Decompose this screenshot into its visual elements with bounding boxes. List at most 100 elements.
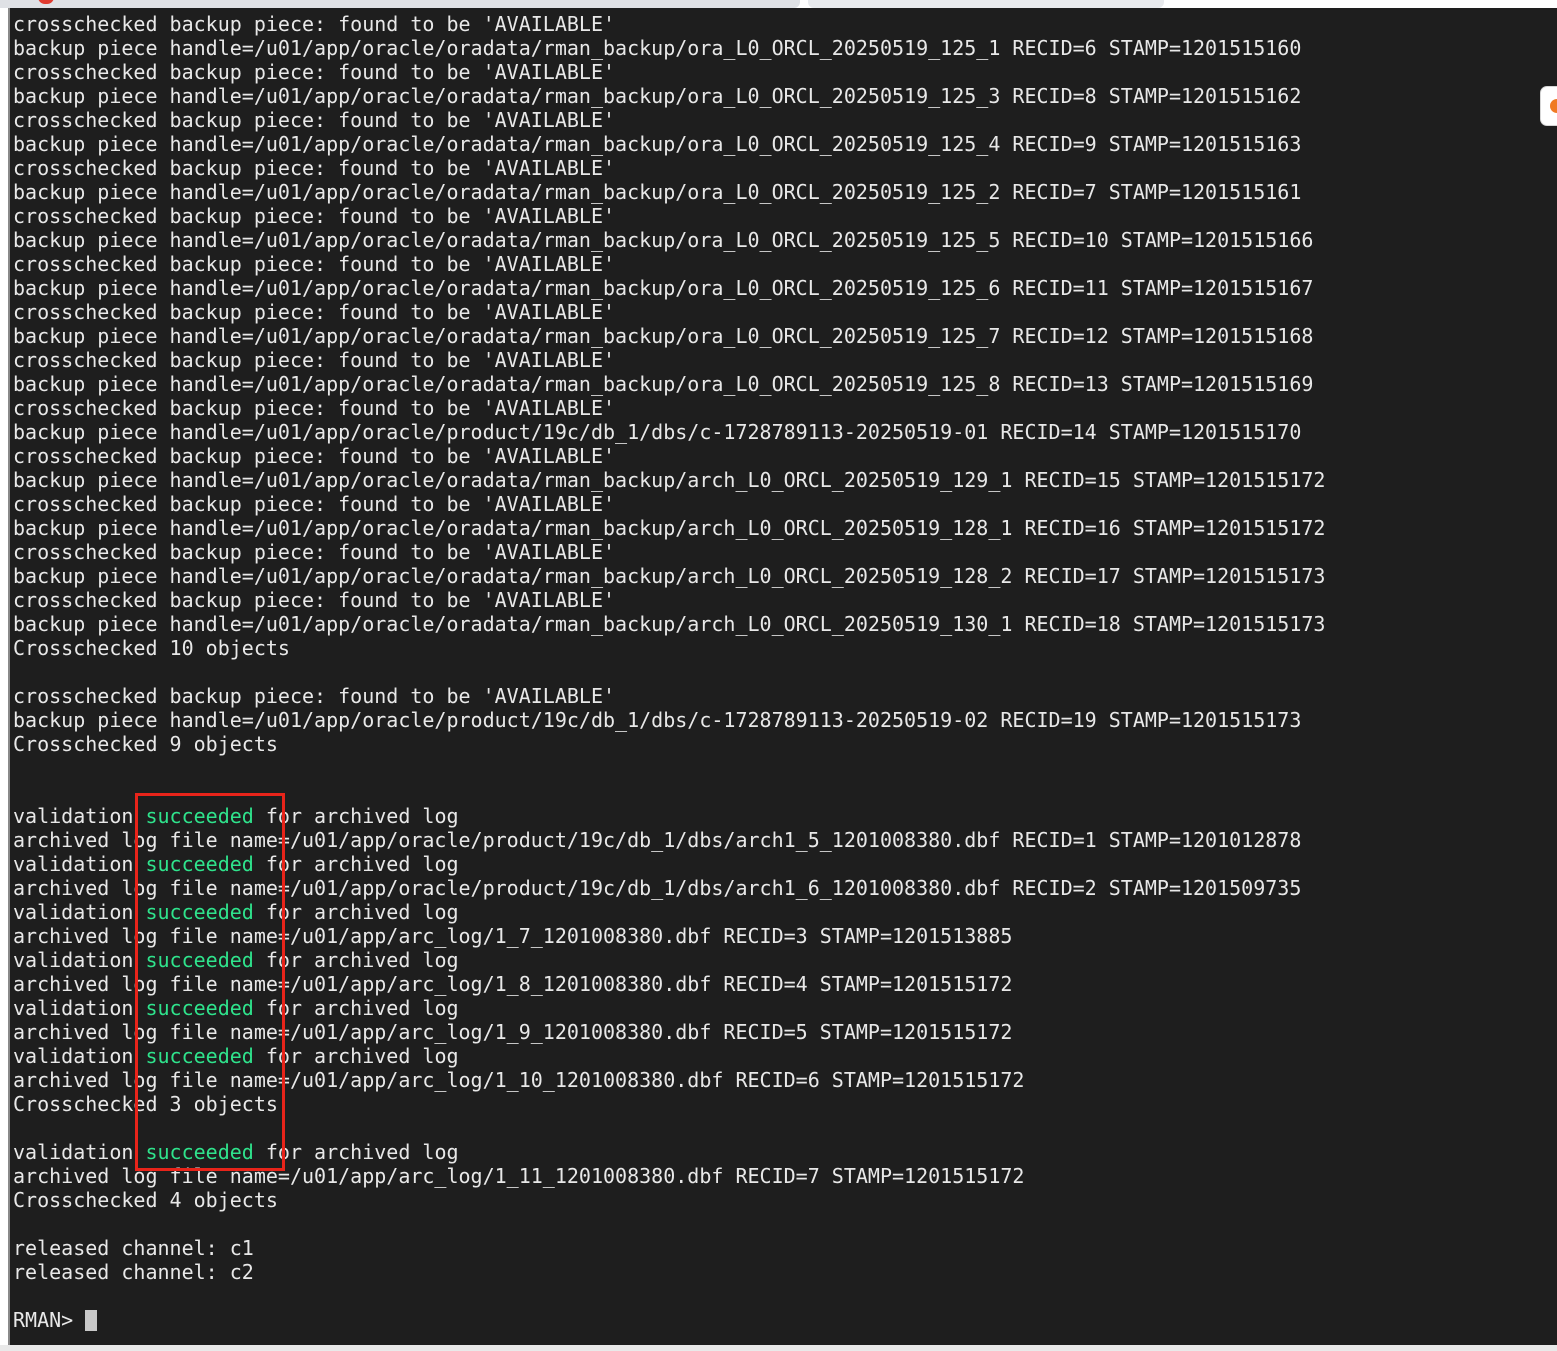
terminal-text: archived log file name=/u01/app/arc_log/… [13, 1020, 1013, 1044]
terminal-line: crosschecked backup piece: found to be '… [13, 684, 1557, 708]
terminal-line: backup piece handle=/u01/app/oracle/orad… [13, 468, 1557, 492]
terminal-line: Crosschecked 10 objects [13, 636, 1557, 660]
text-cursor [85, 1310, 98, 1331]
terminal-text: Crosschecked 10 objects [13, 636, 290, 660]
terminal-line: backup piece handle=/u01/app/oracle/orad… [13, 516, 1557, 540]
terminal-text: Crosschecked 9 objects [13, 732, 278, 756]
terminal-text: crosschecked backup piece: found to be '… [13, 204, 616, 228]
success-keyword: succeeded [145, 804, 254, 828]
terminal-text: backup piece handle=/u01/app/oracle/orad… [13, 564, 1326, 588]
terminal-text: archived log file name=/u01/app/arc_log/… [13, 972, 1013, 996]
terminal-text: crosschecked backup piece: found to be '… [13, 300, 616, 324]
terminal-text: released channel: c1 [13, 1236, 254, 1260]
terminal-line: crosschecked backup piece: found to be '… [13, 396, 1557, 420]
terminal-text: backup piece handle=/u01/app/oracle/orad… [13, 36, 1302, 60]
terminal-text: backup piece handle=/u01/app/oracle/orad… [13, 276, 1314, 300]
terminal-line: archived log file name=/u01/app/arc_log/… [13, 1068, 1557, 1092]
terminal-line: crosschecked backup piece: found to be '… [13, 108, 1557, 132]
terminal-line: crosschecked backup piece: found to be '… [13, 348, 1557, 372]
terminal-line: validation succeeded for archived log [13, 900, 1557, 924]
terminal-text: backup piece handle=/u01/app/oracle/orad… [13, 180, 1302, 204]
terminal-line: backup piece handle=/u01/app/oracle/orad… [13, 324, 1557, 348]
terminal-line: backup piece handle=/u01/app/oracle/orad… [13, 228, 1557, 252]
terminal-output: crosschecked backup piece: found to be '… [13, 12, 1557, 1332]
window-bottom-edge [0, 1345, 1557, 1351]
terminal-line: Crosschecked 3 objects [13, 1092, 1557, 1116]
terminal-text: archived log file name=/u01/app/oracle/p… [13, 828, 1302, 852]
terminal-line: backup piece handle=/u01/app/oracle/orad… [13, 372, 1557, 396]
success-keyword: succeeded [145, 1140, 254, 1164]
terminal-line: archived log file name=/u01/app/arc_log/… [13, 1020, 1557, 1044]
browser-tab[interactable] [808, 0, 1164, 8]
terminal-line: backup piece handle=/u01/app/oracle/orad… [13, 564, 1557, 588]
terminal-line: validation succeeded for archived log [13, 804, 1557, 828]
terminal-line: backup piece handle=/u01/app/oracle/orad… [13, 180, 1557, 204]
terminal-text: archived log file name=/u01/app/arc_log/… [13, 1164, 1025, 1188]
terminal-text: validation [13, 804, 146, 828]
widget-logo-icon [1550, 99, 1557, 113]
terminal-text: archived log file name=/u01/app/arc_log/… [13, 1068, 1025, 1092]
terminal-text: crosschecked backup piece: found to be '… [13, 444, 616, 468]
terminal-text: crosschecked backup piece: found to be '… [13, 108, 616, 132]
terminal-text: crosschecked backup piece: found to be '… [13, 396, 616, 420]
terminal-text: crosschecked backup piece: found to be '… [13, 492, 616, 516]
terminal-text: validation [13, 1140, 146, 1164]
terminal-text: backup piece handle=/u01/app/oracle/orad… [13, 132, 1302, 156]
terminal-text: backup piece handle=/u01/app/oracle/orad… [13, 324, 1314, 348]
terminal-text: released channel: c2 [13, 1260, 254, 1284]
terminal-line: archived log file name=/u01/app/arc_log/… [13, 1164, 1557, 1188]
terminal-text: archived log file name=/u01/app/arc_log/… [13, 924, 1013, 948]
success-keyword: succeeded [145, 948, 254, 972]
terminal-text: crosschecked backup piece: found to be '… [13, 252, 616, 276]
floating-side-widget[interactable] [1540, 86, 1557, 126]
terminal-line: backup piece handle=/u01/app/oracle/orad… [13, 612, 1557, 636]
terminal-line: validation succeeded for archived log [13, 1140, 1557, 1164]
terminal-text: backup piece handle=/u01/app/oracle/prod… [13, 420, 1302, 444]
terminal-line: backup piece handle=/u01/app/oracle/orad… [13, 132, 1557, 156]
terminal-text: for archived log [253, 900, 459, 924]
terminal-text: backup piece handle=/u01/app/oracle/orad… [13, 84, 1302, 108]
terminal-text: archived log file name=/u01/app/oracle/p… [13, 876, 1302, 900]
terminal-text: for archived log [253, 804, 459, 828]
terminal-line: archived log file name=/u01/app/oracle/p… [13, 828, 1557, 852]
tab-favicon-icon [38, 0, 54, 4]
terminal-text: crosschecked backup piece: found to be '… [13, 684, 616, 708]
terminal-text: crosschecked backup piece: found to be '… [13, 540, 616, 564]
terminal-text: crosschecked backup piece: found to be '… [13, 12, 616, 36]
terminal-line: archived log file name=/u01/app/arc_log/… [13, 924, 1557, 948]
terminal-line: validation succeeded for archived log [13, 1044, 1557, 1068]
terminal-text: crosschecked backup piece: found to be '… [13, 348, 616, 372]
terminal-text: crosschecked backup piece: found to be '… [13, 156, 616, 180]
terminal-text: for archived log [253, 948, 459, 972]
terminal-line: validation succeeded for archived log [13, 852, 1557, 876]
terminal-text: validation [13, 996, 146, 1020]
browser-tab[interactable] [0, 0, 800, 8]
terminal-line: validation succeeded for archived log [13, 996, 1557, 1020]
terminal-text: Crosschecked 4 objects [13, 1188, 278, 1212]
terminal-line: crosschecked backup piece: found to be '… [13, 540, 1557, 564]
terminal-text: backup piece handle=/u01/app/oracle/orad… [13, 468, 1326, 492]
terminal-line: crosschecked backup piece: found to be '… [13, 300, 1557, 324]
terminal-line: archived log file name=/u01/app/arc_log/… [13, 972, 1557, 996]
terminal-text: backup piece handle=/u01/app/oracle/orad… [13, 612, 1326, 636]
terminal-text: backup piece handle=/u01/app/oracle/orad… [13, 372, 1314, 396]
terminal-text: backup piece handle=/u01/app/oracle/orad… [13, 228, 1314, 252]
browser-tab-strip [0, 0, 1557, 8]
success-keyword: succeeded [145, 852, 254, 876]
terminal-text: for archived log [253, 996, 459, 1020]
terminal-line: backup piece handle=/u01/app/oracle/orad… [13, 276, 1557, 300]
terminal-line: Crosschecked 9 objects [13, 732, 1557, 756]
terminal-window[interactable]: crosschecked backup piece: found to be '… [8, 8, 1557, 1345]
prompt-line[interactable]: RMAN> [13, 1308, 1557, 1332]
terminal-line: backup piece handle=/u01/app/oracle/prod… [13, 708, 1557, 732]
terminal-text: validation [13, 948, 146, 972]
terminal-line: released channel: c2 [13, 1260, 1557, 1284]
terminal-line: crosschecked backup piece: found to be '… [13, 588, 1557, 612]
terminal-line: crosschecked backup piece: found to be '… [13, 444, 1557, 468]
